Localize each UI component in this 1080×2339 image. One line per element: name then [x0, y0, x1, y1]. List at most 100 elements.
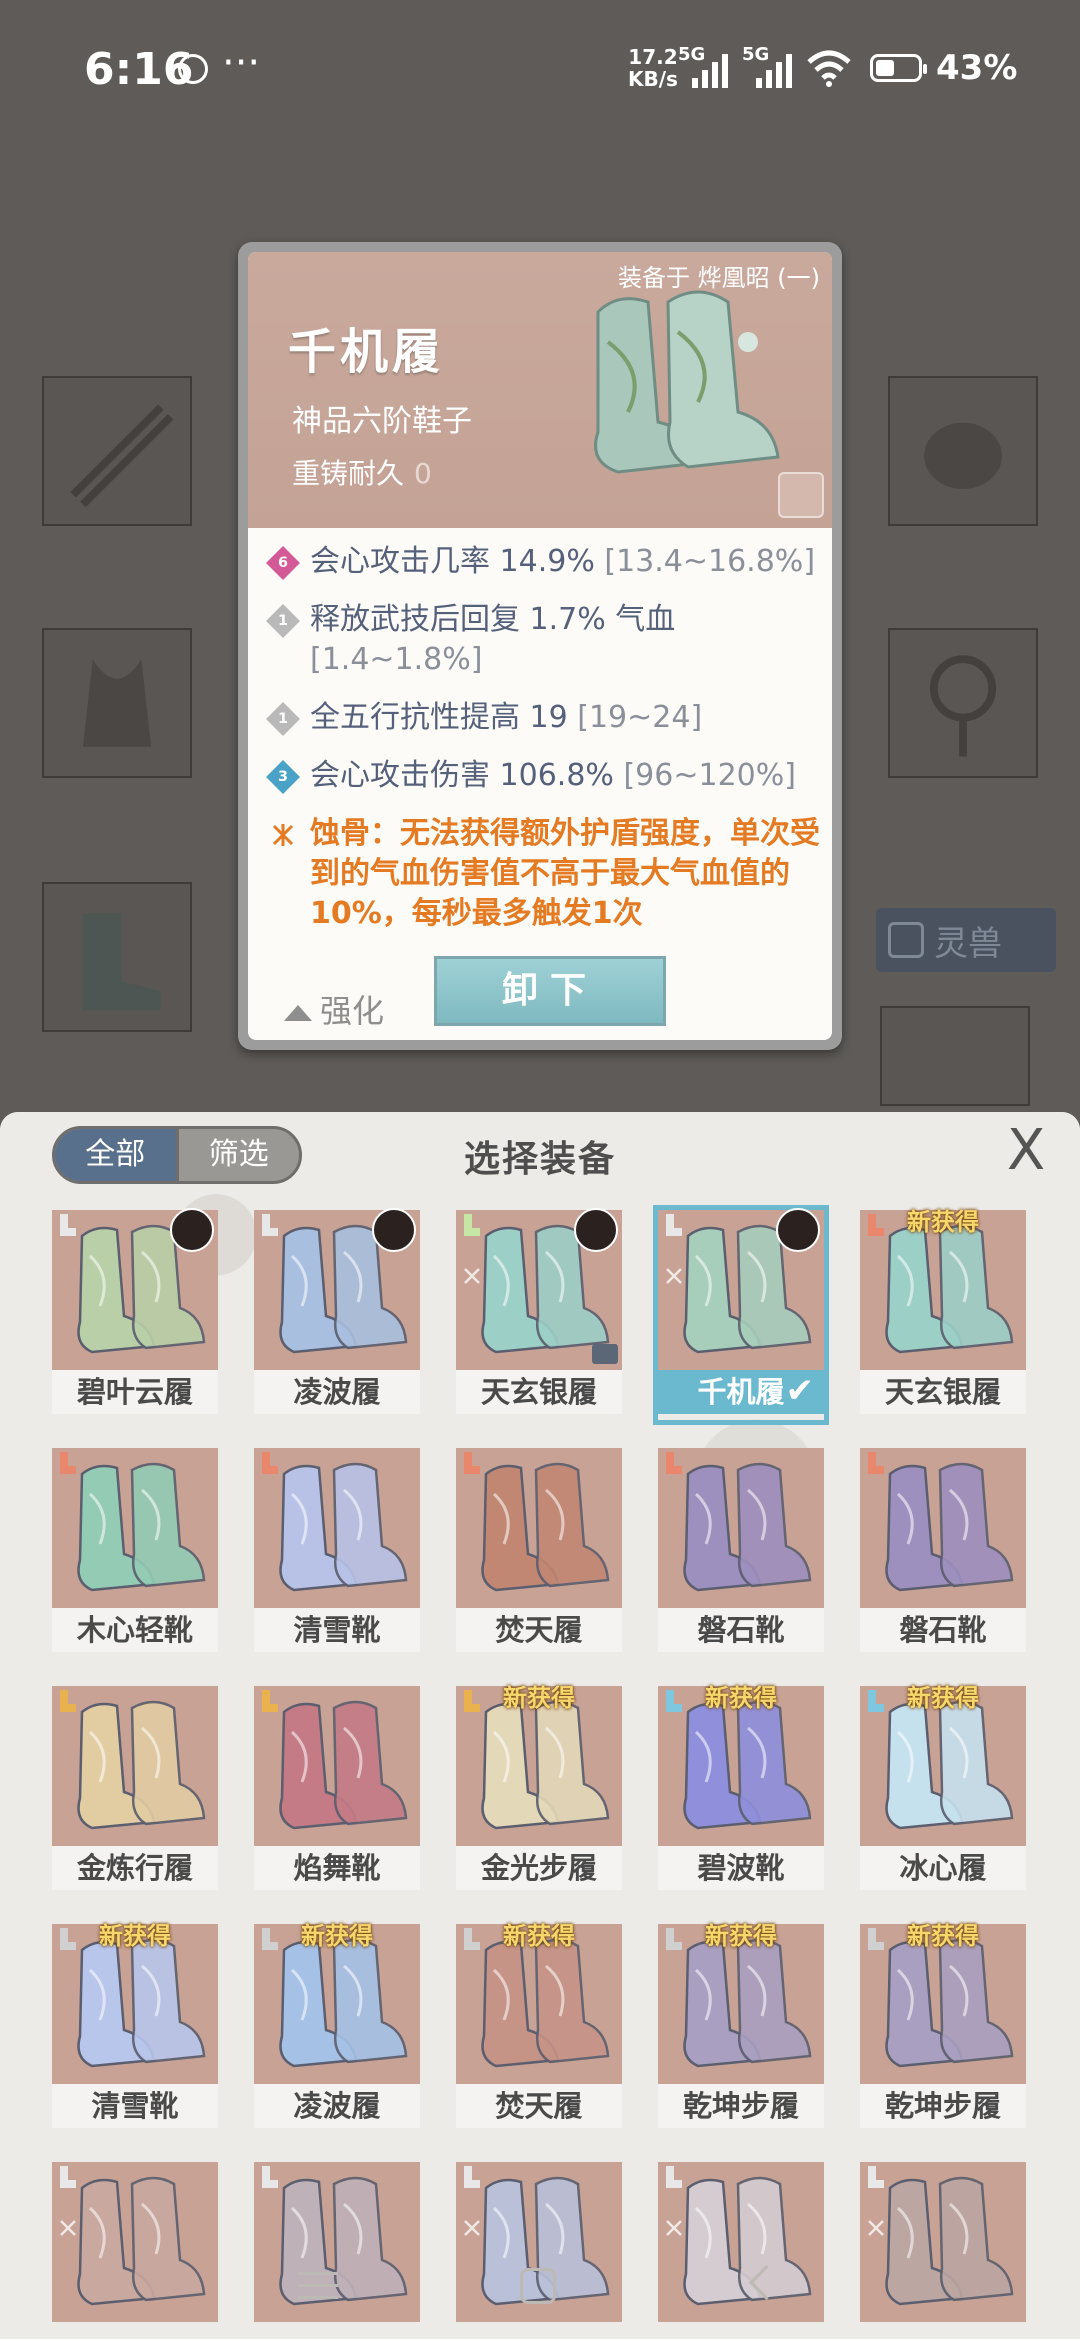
attribute-text: 会心攻击几率 14.9% — [310, 544, 605, 579]
signal-bars-icon — [692, 54, 728, 88]
equipment-tile[interactable]: 新获得 碧波靴 — [658, 1684, 824, 1896]
equipment-tile[interactable]: 新获得 金光步履 — [456, 1684, 622, 1896]
wifi-icon — [807, 50, 851, 87]
check-icon: ✔ — [785, 1371, 815, 1411]
select-equipment-panel: 全部 筛选 选择装备 X 碧叶云履 凌波履 天玄银履 千机履 ✔ 新获得 天玄银履 木心轻靴清… — [0, 1112, 1080, 2339]
attribute-level-badge: 1 — [266, 702, 300, 736]
equipment-tile[interactable]: 新获得 乾坤步履 — [860, 1922, 1026, 2134]
equipment-name: 焰舞靴 — [254, 1846, 420, 1890]
boot-slot-icon — [258, 1690, 280, 1714]
equipment-tile[interactable]: 新获得 清雪靴 — [52, 1922, 218, 2134]
recast-durability: 重铸耐久 0 — [292, 452, 432, 492]
boot-slot-icon — [864, 1452, 886, 1476]
upgrade-arrow-icon — [284, 1005, 312, 1021]
boot-slot-icon — [258, 2166, 280, 2190]
equipment-tile[interactable]: 新获得 乾坤步履 — [658, 1922, 824, 2134]
back-icon[interactable] — [748, 2264, 785, 2301]
strengthen-button[interactable]: 强化 — [284, 986, 384, 1032]
strengthen-label: 强化 — [320, 992, 385, 1030]
new-badge: 新获得 — [705, 1684, 777, 1712]
home-icon[interactable] — [520, 2268, 556, 2304]
signal-bars-icon — [756, 54, 792, 88]
equipment-name: 清雪靴 — [52, 2084, 218, 2128]
equipment-name: 碧波靴 — [658, 1846, 824, 1890]
new-badge: 新获得 — [301, 1922, 373, 1950]
new-badge: 新获得 — [503, 1922, 575, 1950]
bg-armor-slot — [42, 628, 192, 778]
special-effect-text: 蚀骨：无法获得额外护盾强度，单次受到的气血伤害值不高于最大气血值的10%，每秒最… — [310, 816, 820, 931]
equipment-tile[interactable]: 清雪靴 — [254, 1448, 420, 1658]
equipment-name: 凌波履 — [254, 2084, 420, 2128]
boot-slot-icon — [662, 2166, 684, 2190]
equipment-detail-card: 装备于 烨凰昭 (一) 千机履 神品六阶鞋子 重铸耐久 0 6 会心攻击几率 14… — [238, 242, 842, 1050]
attribute-range: [1.4~1.8%] — [310, 642, 483, 677]
set-bonus-icon — [462, 1266, 482, 1286]
spirit-beast-label: 灵兽 — [934, 923, 1002, 964]
equipment-tile[interactable]: 碧叶云履 — [52, 1208, 218, 1420]
equipment-name: 凌波履 — [254, 1370, 420, 1414]
equipment-name: 天玄银履 — [860, 1370, 1026, 1414]
boot-slot-icon — [460, 1214, 482, 1238]
attribute-text: 会心攻击伤害 106.8% — [310, 758, 624, 793]
set-bonus-icon — [664, 1266, 684, 1286]
equipment-tile[interactable]: 木心轻靴 — [52, 1448, 218, 1658]
equipment-name: 碧叶云履 — [52, 1370, 218, 1414]
special-effect-icon — [272, 824, 294, 846]
boot-slot-icon — [662, 1214, 684, 1238]
panel-title: 选择装备 — [463, 1139, 616, 1180]
equipment-name: 乾坤步履 — [860, 2084, 1026, 2128]
equipment-tile[interactable]: 新获得 凌波履 — [254, 1922, 420, 2134]
bg-weapon-slot — [42, 376, 192, 526]
network-speed-unit: KB/s — [628, 67, 678, 91]
equipment-tile[interactable]: 金炼行履 — [52, 1686, 218, 1896]
owner-avatar — [372, 1208, 416, 1252]
lock-icon — [592, 1344, 618, 1364]
attribute-range: [19~24] — [577, 700, 703, 735]
unequip-button[interactable]: 卸下 — [434, 956, 666, 1026]
app-notification-icon — [178, 54, 208, 84]
new-badge: 新获得 — [503, 1684, 575, 1712]
equipment-name: 天玄银履 — [456, 1370, 622, 1414]
special-effect: 蚀骨：无法获得额外护盾强度，单次受到的气血伤害值不高于最大气血值的10%，每秒最… — [268, 814, 824, 934]
equipment-name: 清雪靴 — [254, 1608, 420, 1652]
network-speed-value: 17.2 — [628, 45, 678, 69]
new-badge: 新获得 — [907, 1684, 979, 1712]
menu-icon[interactable] — [298, 2272, 338, 2302]
owner-avatar — [170, 1208, 214, 1252]
battery-percent: 43% — [936, 48, 1018, 88]
boot-slot-icon — [460, 1452, 482, 1476]
equipment-name: 焚天履 — [456, 2084, 622, 2128]
equipment-tile[interactable]: 天玄银履 — [456, 1208, 622, 1420]
set-bonus-icon — [664, 2218, 684, 2238]
more-notifications-icon: ··· — [222, 40, 261, 86]
equipment-tile[interactable]: 磐石靴 — [658, 1448, 824, 1658]
boot-slot-icon — [56, 2166, 78, 2190]
equipment-tile[interactable]: 焰舞靴 — [254, 1686, 420, 1896]
equipment-tile[interactable]: 新获得 天玄银履 — [860, 1208, 1026, 1420]
equipment-tile[interactable]: 新获得 冰心履 — [860, 1684, 1026, 1896]
attribute-text: 释放武技后回复 1.7% 气血 — [310, 602, 676, 637]
attribute-range: [96~120%] — [623, 758, 796, 793]
lock-toggle-button[interactable] — [778, 472, 824, 518]
attribute-row: 3 会心攻击伤害 106.8% [96~120%] — [266, 756, 824, 796]
item-name: 千机履 — [288, 324, 445, 380]
new-badge: 新获得 — [907, 1208, 979, 1236]
equipment-name: 金炼行履 — [52, 1846, 218, 1890]
equipment-tile[interactable]: 千机履 ✔ — [653, 1205, 829, 1425]
new-badge: 新获得 — [705, 1922, 777, 1950]
equipment-tile[interactable]: 磐石靴 — [860, 1448, 1026, 1658]
equipment-name: 木心轻靴 — [52, 1608, 218, 1652]
equipment-tile[interactable]: 焚天履 — [456, 1448, 622, 1658]
attribute-range: [13.4~16.8%] — [604, 544, 816, 579]
bg-mirror-slot — [888, 628, 1038, 778]
attribute-level-badge: 1 — [266, 604, 300, 638]
equipment-name: 乾坤步履 — [658, 2084, 824, 2128]
bg-accessory-slot — [888, 376, 1038, 526]
recast-durability-value: 0 — [414, 457, 432, 490]
item-grade: 神品六阶鞋子 — [292, 404, 472, 439]
bg-boots-slot — [42, 882, 192, 1032]
equipment-tile[interactable]: 凌波履 — [254, 1208, 420, 1420]
equipment-tile[interactable]: 新获得 焚天履 — [456, 1922, 622, 2134]
close-icon[interactable]: X — [1000, 1123, 1052, 1179]
attribute-row: 1 全五行抗性提高 19 [19~24] — [266, 698, 824, 738]
